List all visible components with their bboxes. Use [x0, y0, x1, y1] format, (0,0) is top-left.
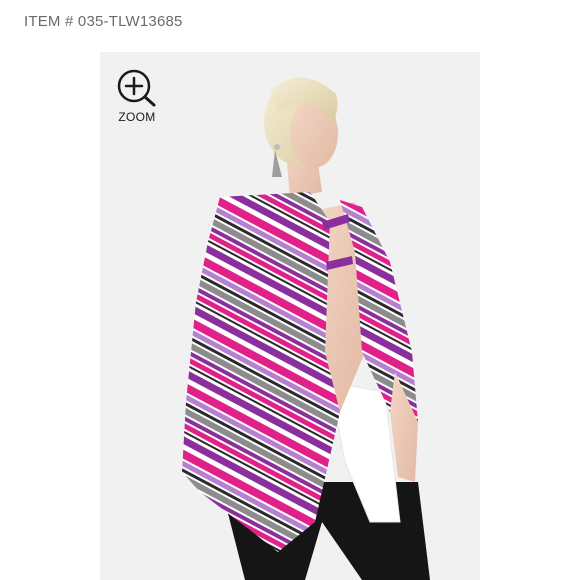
- model-photo: [182, 77, 430, 580]
- item-number: ITEM # 035-TLW13685: [24, 13, 183, 30]
- product-page: ITEM # 035-TLW13685 ZOOM: [0, 0, 580, 580]
- product-image[interactable]: ZOOM: [100, 52, 480, 580]
- zoom-in-icon: [117, 69, 156, 107]
- zoom-button[interactable]: ZOOM: [114, 68, 160, 124]
- zoom-label: ZOOM: [118, 110, 156, 124]
